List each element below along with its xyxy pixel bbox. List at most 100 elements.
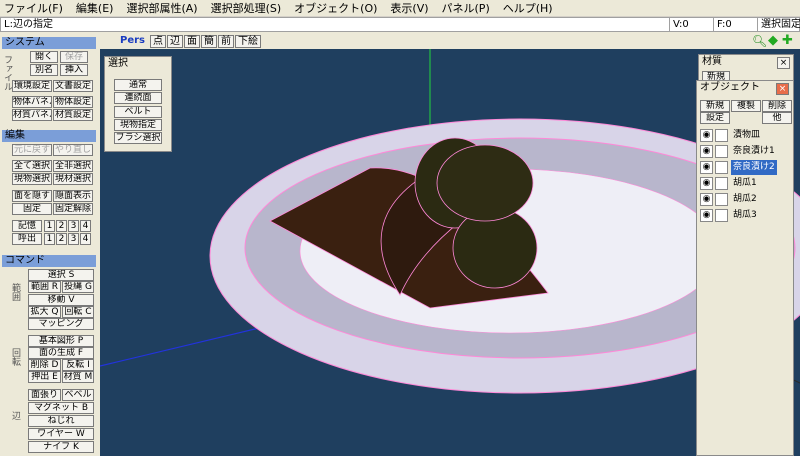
- menu-view[interactable]: 表示(V): [390, 0, 428, 16]
- move-view-icon[interactable]: ◆: [768, 33, 778, 48]
- eye-icon[interactable]: ◉: [700, 145, 713, 158]
- wire-tool-button[interactable]: ワイヤー W: [28, 428, 94, 440]
- lasso-tool-button[interactable]: 投縄 G: [62, 281, 94, 293]
- insert-button[interactable]: 挿入: [60, 64, 88, 76]
- memory-button[interactable]: 記憶: [12, 220, 42, 232]
- 3d-viewport[interactable]: Pers 点 辺 面 簡 前 下絵 🔍︎ ◆ ✚: [100, 33, 800, 456]
- belt-select-button[interactable]: ベルト: [114, 106, 162, 118]
- menu-selection-process[interactable]: 選択部処理(S): [211, 0, 282, 16]
- lock-toggle[interactable]: [715, 209, 728, 222]
- knife-tool-button[interactable]: ナイフ K: [28, 441, 94, 453]
- delete-object-button[interactable]: 削除: [762, 100, 792, 112]
- move-tool-button[interactable]: 移動 V: [28, 294, 94, 306]
- basic-shape-button[interactable]: 基本図形 P: [28, 335, 94, 347]
- rotate-view-icon[interactable]: ✚: [782, 33, 793, 48]
- select-current-object-button[interactable]: 現物選択: [12, 173, 52, 185]
- object-row[interactable]: ◉ 奈良漬け1: [700, 144, 788, 159]
- eye-icon[interactable]: ◉: [700, 209, 713, 222]
- object-panel-button[interactable]: 物体パネル: [12, 96, 52, 108]
- menu-edit[interactable]: 編集(E): [76, 0, 114, 16]
- selection-lock-button[interactable]: 選択固定: [757, 18, 800, 31]
- object-row-selected[interactable]: ◉ 奈良漬け2: [700, 160, 788, 175]
- front-mode-button[interactable]: 前: [218, 34, 234, 48]
- object-row[interactable]: ◉ 胡瓜3: [700, 208, 788, 223]
- flip-tool-button[interactable]: 反転 I: [62, 359, 94, 371]
- mapping-tool-button[interactable]: マッピング: [28, 318, 94, 330]
- eye-icon[interactable]: ◉: [700, 193, 713, 206]
- material-panel-button[interactable]: 材質パネル: [12, 109, 52, 121]
- memory-slot-3[interactable]: 3: [68, 220, 79, 232]
- saveas-button[interactable]: 別名: [30, 64, 58, 76]
- object-settings-button[interactable]: 設定: [700, 112, 730, 124]
- recall-slot-2[interactable]: 2: [56, 233, 67, 245]
- recall-slot-3[interactable]: 3: [68, 233, 79, 245]
- memory-slot-1[interactable]: 1: [44, 220, 55, 232]
- zoom-icon[interactable]: 🔍︎: [752, 34, 767, 48]
- select-all-button[interactable]: 全て選択: [12, 160, 52, 172]
- point-mode-button[interactable]: 点: [150, 34, 166, 48]
- face-create-button[interactable]: 面の生成 F: [28, 347, 94, 359]
- select-tool-button[interactable]: 選択 S: [28, 269, 94, 281]
- delete-tool-button[interactable]: 削除 D: [28, 359, 61, 371]
- save-button[interactable]: 保存: [60, 51, 88, 63]
- copy-object-button[interactable]: 複製: [731, 100, 761, 112]
- underlay-button[interactable]: 下絵: [235, 34, 261, 48]
- doc-settings-button[interactable]: 文書設定: [53, 80, 93, 92]
- open-button[interactable]: 開く: [30, 51, 58, 63]
- menu-panel[interactable]: パネル(P): [442, 0, 490, 16]
- bevel-tool-button[interactable]: ベベル: [62, 389, 94, 401]
- memory-slot-2[interactable]: 2: [56, 220, 67, 232]
- continuous-face-button[interactable]: 連続面: [114, 92, 162, 104]
- menu-object[interactable]: オブジェクト(O): [294, 0, 377, 16]
- menu-help[interactable]: ヘルプ(H): [503, 0, 553, 16]
- close-icon[interactable]: ×: [776, 83, 789, 95]
- env-settings-button[interactable]: 環境設定: [12, 80, 52, 92]
- edge-mode-button[interactable]: 辺: [167, 34, 183, 48]
- select-current-material-button[interactable]: 現材選択: [53, 173, 93, 185]
- extrude-tool-button[interactable]: 押出 E: [28, 371, 61, 383]
- material-close-button[interactable]: ×: [777, 57, 790, 69]
- twist-tool-button[interactable]: ねじれ: [28, 415, 94, 427]
- perspective-toggle[interactable]: Pers: [118, 35, 147, 48]
- recall-slot-1[interactable]: 1: [44, 233, 55, 245]
- recall-slot-4[interactable]: 4: [80, 233, 91, 245]
- deselect-all-button[interactable]: 全非選択: [53, 160, 93, 172]
- eye-icon[interactable]: ◉: [700, 177, 713, 190]
- rotate-tool-button[interactable]: 回転 C: [62, 306, 94, 318]
- material-tool-button[interactable]: 材質 M: [62, 371, 94, 383]
- hide-faces-button[interactable]: 面を隠す: [12, 190, 52, 202]
- eye-icon[interactable]: ◉: [700, 161, 713, 174]
- object-row[interactable]: ◉ 漬物皿: [700, 128, 788, 143]
- scene-render: [100, 49, 800, 394]
- lock-button[interactable]: 固定: [12, 203, 52, 215]
- object-settings-button[interactable]: 物体設定: [53, 96, 93, 108]
- face-mode-button[interactable]: 面: [184, 34, 200, 48]
- current-object-select-button[interactable]: 現物指定: [114, 119, 162, 131]
- material-settings-button[interactable]: 材質設定: [53, 109, 93, 121]
- simple-mode-button[interactable]: 簡: [201, 34, 217, 48]
- eye-icon[interactable]: ◉: [700, 129, 713, 142]
- memory-slot-4[interactable]: 4: [80, 220, 91, 232]
- object-other-button[interactable]: 他: [762, 112, 792, 124]
- lock-toggle[interactable]: [715, 193, 728, 206]
- object-row[interactable]: ◉ 胡瓜2: [700, 192, 788, 207]
- recall-button[interactable]: 呼出: [12, 233, 42, 245]
- lock-toggle[interactable]: [715, 145, 728, 158]
- normal-select-button[interactable]: 通常: [114, 79, 162, 91]
- stretch-tool-button[interactable]: 面張り: [28, 389, 61, 401]
- show-hidden-button[interactable]: 隠面表示: [53, 190, 93, 202]
- unlock-button[interactable]: 固定解除: [53, 203, 93, 215]
- brush-select-button[interactable]: ブラシ選択: [114, 132, 162, 144]
- scale-tool-button[interactable]: 拡大 Q: [28, 306, 61, 318]
- menu-selection-attr[interactable]: 選択部属性(A): [126, 0, 197, 16]
- new-object-button[interactable]: 新規: [700, 100, 730, 112]
- lock-toggle[interactable]: [715, 161, 728, 174]
- range-tool-button[interactable]: 範囲 R: [28, 281, 61, 293]
- undo-button[interactable]: 元に戻す: [12, 144, 52, 156]
- lock-toggle[interactable]: [715, 177, 728, 190]
- menu-file[interactable]: ファイル(F): [4, 0, 63, 16]
- magnet-tool-button[interactable]: マグネット B: [28, 402, 94, 414]
- object-row[interactable]: ◉ 胡瓜1: [700, 176, 788, 191]
- lock-toggle[interactable]: [715, 129, 728, 142]
- redo-button[interactable]: やり直し: [53, 144, 93, 156]
